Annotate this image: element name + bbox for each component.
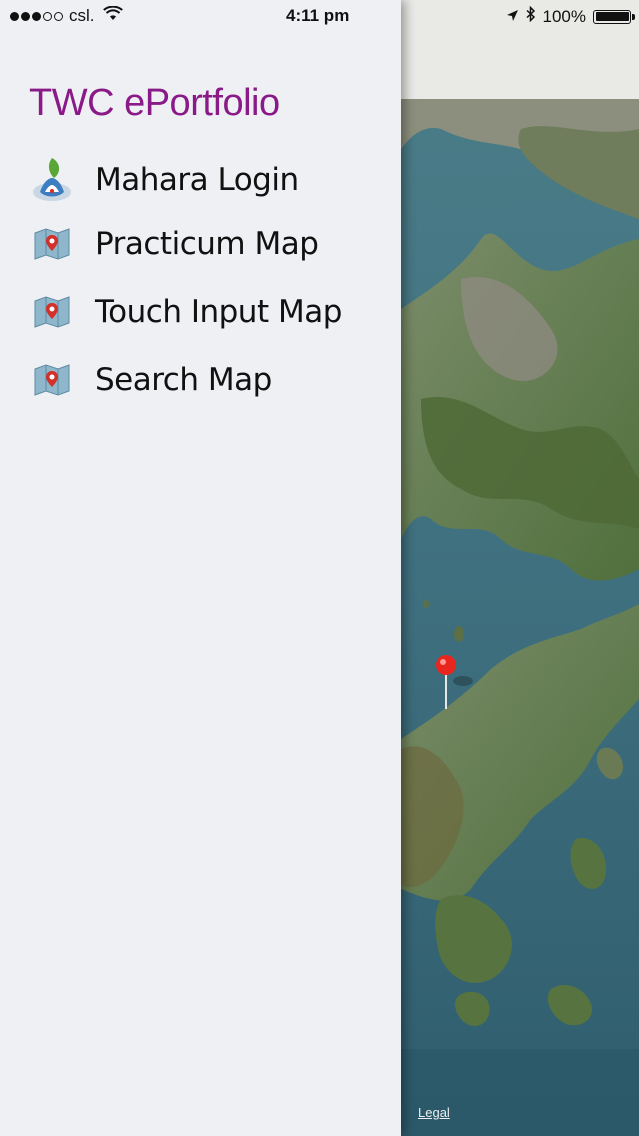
signal-strength-icon [10, 11, 63, 21]
status-time: 4:11 pm [286, 6, 350, 25]
menu-item-mahara-login[interactable]: Mahara Login [30, 154, 390, 206]
battery-percentage: 100% [542, 6, 586, 26]
status-bar: csl. 4:11 pm 100% [0, 0, 639, 34]
menu-item-touch-input-map[interactable]: Touch Input Map [30, 286, 390, 338]
mahara-logo-icon [30, 158, 74, 202]
satellite-map[interactable] [401, 99, 639, 1136]
map-pin-icon [30, 358, 74, 402]
menu-item-label: Mahara Login [95, 162, 299, 198]
menu-item-search-map[interactable]: Search Map [30, 354, 390, 406]
map-pin-icon [30, 290, 74, 334]
side-drawer: TWC ePortfolio Mahara Login Practicum Ma… [0, 0, 401, 1136]
bluetooth-icon [526, 5, 536, 27]
menu-item-label: Search Map [95, 362, 272, 398]
menu-item-label: Practicum Map [95, 226, 319, 262]
wifi-icon [102, 5, 123, 26]
menu-item-practicum-map[interactable]: Practicum Map [30, 218, 390, 270]
battery-icon [593, 9, 635, 24]
menu-item-label: Touch Input Map [95, 294, 342, 330]
app-title: TWC ePortfolio [29, 82, 280, 124]
map-pin-icon [30, 222, 74, 266]
map-panel[interactable]: Legal [401, 0, 639, 1136]
location-arrow-icon [506, 7, 519, 27]
legal-link[interactable]: Legal [418, 1105, 450, 1120]
carrier-name: csl. [69, 6, 95, 25]
